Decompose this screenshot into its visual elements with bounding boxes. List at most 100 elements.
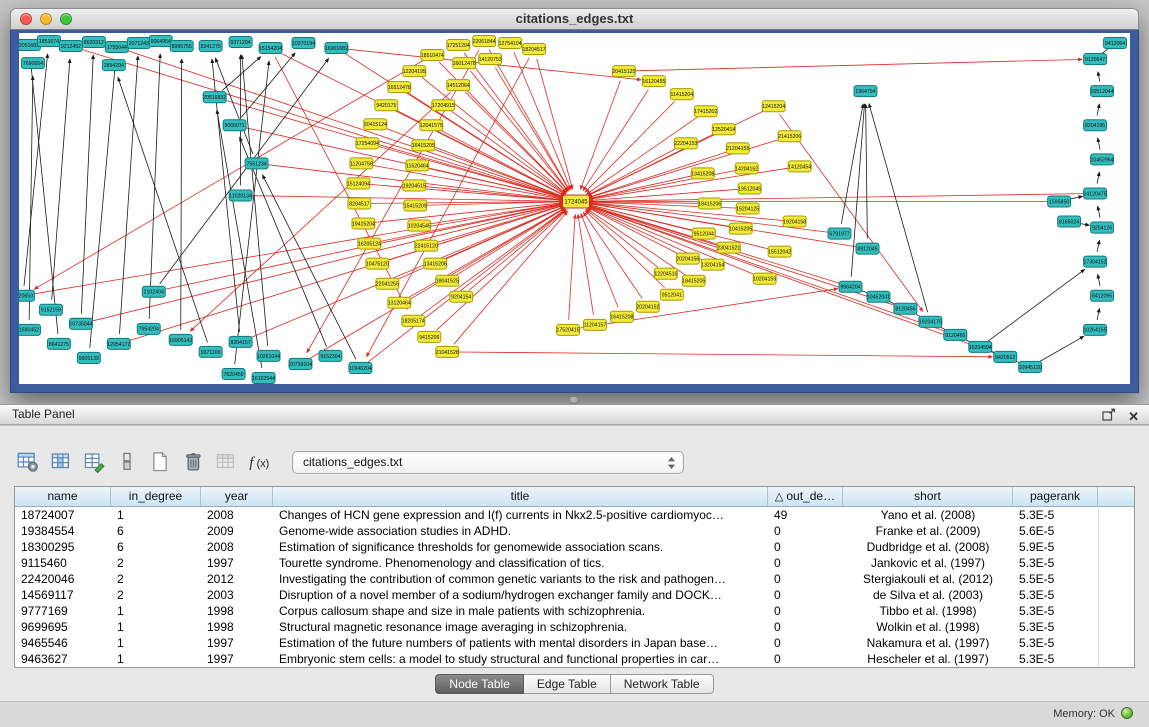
graph-node[interactable]: 9512044 <box>692 228 715 239</box>
graph-node[interactable]: 8620312 <box>82 37 105 48</box>
graph-node[interactable]: 17415202 <box>694 106 717 117</box>
minimize-window-button[interactable] <box>40 13 52 25</box>
graph-node[interactable]: 20204156 <box>676 253 699 264</box>
graph-node[interactable]: 20516832 <box>203 92 226 103</box>
graph-node[interactable]: 14120454 <box>788 161 811 172</box>
graph-edge[interactable] <box>1098 72 1100 82</box>
graph-node[interactable]: 19512045 <box>738 183 761 194</box>
graph-edge[interactable] <box>988 269 1084 341</box>
graph-edge[interactable] <box>24 54 48 286</box>
column-header-short[interactable]: short <box>843 487 1013 507</box>
graph-edge[interactable] <box>235 61 269 364</box>
graph-node[interactable]: 7690654 <box>21 58 44 69</box>
table-row[interactable]: 2242004622012Investigating the contribut… <box>15 571 1134 587</box>
graph-edge[interactable] <box>52 59 70 300</box>
column-header-in_degree[interactable]: in_degree <box>111 487 201 507</box>
window-titlebar[interactable]: citations_edges.txt <box>10 8 1139 30</box>
graph-node[interactable]: 16204594 <box>969 341 992 352</box>
graph-node[interactable]: 19204158 <box>783 216 806 227</box>
graph-node[interactable]: 1964794 <box>854 86 877 97</box>
graph-node[interactable]: 10261044 <box>257 350 280 361</box>
graph-node[interactable]: 10452041 <box>867 291 890 302</box>
graph-node[interactable]: 1595850 <box>1048 196 1071 207</box>
table-edit-icon[interactable] <box>80 448 108 476</box>
graph-node[interactable]: 16512044 <box>1091 86 1114 97</box>
graph-node[interactable]: 14512064 <box>447 80 470 91</box>
graph-edge[interactable] <box>444 207 564 260</box>
graph-edge[interactable] <box>440 130 564 196</box>
graph-node[interactable]: 17251204 <box>447 40 470 51</box>
graph-node[interactable]: 7551234 <box>245 158 268 169</box>
graph-node[interactable]: 19415204 <box>352 218 375 229</box>
graph-edge[interactable] <box>1097 172 1099 184</box>
graph-node[interactable]: 19204175 <box>919 316 942 327</box>
graph-edge[interactable] <box>222 57 261 91</box>
graph-node[interactable]: 12204516 <box>654 268 677 279</box>
graph-node[interactable]: 16102544 <box>252 372 275 383</box>
tab-network-table[interactable]: Network Table <box>611 674 714 694</box>
graph-node[interactable]: 14204152 <box>735 163 758 174</box>
graph-edge[interactable] <box>1039 336 1084 362</box>
graph-node[interactable]: 12204195 <box>403 66 426 77</box>
graph-node[interactable]: 2894204 <box>102 60 125 71</box>
graph-node[interactable]: 22061844 <box>473 36 496 47</box>
graph-node[interactable]: 10370194 <box>292 38 315 49</box>
table-row[interactable]: 1830029562008Estimation of significance … <box>15 539 1134 555</box>
graph-edge[interactable] <box>1098 274 1100 286</box>
graph-node[interactable]: 8204517 <box>348 198 371 209</box>
column-header-name[interactable]: name <box>15 487 111 507</box>
table-settings-icon[interactable] <box>14 448 42 476</box>
graph-node[interactable]: 7954204 <box>137 323 160 334</box>
graph-node[interactable]: 15512042 <box>768 246 791 257</box>
graph-edge[interactable] <box>33 204 563 294</box>
graph-node[interactable]: 2071243 <box>127 38 150 49</box>
graph-edge[interactable] <box>581 214 618 308</box>
graph-node[interactable]: 16901682 <box>325 43 348 54</box>
graph-node[interactable]: 17254094 <box>356 138 379 149</box>
graph-node[interactable]: 11940204 <box>349 362 372 373</box>
graph-edge[interactable] <box>262 175 355 359</box>
graph-node[interactable]: 2102404 <box>142 286 165 297</box>
graph-node[interactable]: 8165024 <box>1058 216 1081 227</box>
graph-node[interactable]: 18415206 <box>698 198 721 209</box>
graph-node[interactable]: 12754104 <box>499 38 522 49</box>
graph-edge[interactable] <box>181 59 182 330</box>
network-canvas[interactable]: 2051682185167492124528620312175504420712… <box>19 33 1130 384</box>
graph-edge[interactable] <box>1097 309 1099 321</box>
float-panel-icon[interactable] <box>1102 408 1116 426</box>
graph-node[interactable]: 8204195 <box>1084 120 1107 131</box>
graph-node[interactable]: 18415205 <box>682 275 705 286</box>
graph-node[interactable]: 16415205 <box>412 140 435 151</box>
graph-hub-node[interactable]: 1724045 <box>563 195 590 208</box>
graph-node[interactable]: 11415204 <box>670 89 693 100</box>
graph-edge[interactable] <box>1097 240 1099 252</box>
graph-node[interactable]: 10735044 <box>69 318 92 329</box>
graph-node[interactable]: 9152304 <box>319 350 342 361</box>
graph-edge[interactable] <box>589 176 693 199</box>
graph-edge[interactable] <box>457 352 992 357</box>
graph-node[interactable]: 8412095 <box>1091 290 1114 301</box>
graph-node[interactable]: 17520415 <box>556 324 579 335</box>
graph-node[interactable]: 15154204 <box>259 43 282 54</box>
column-header-pagerank[interactable]: pagerank <box>1013 487 1098 507</box>
graph-node[interactable]: 9420512 <box>994 351 1017 362</box>
graph-edge[interactable] <box>583 90 648 191</box>
delete-table-icon[interactable] <box>179 448 207 476</box>
graph-node[interactable]: 18205174 <box>402 315 425 326</box>
graph-node[interactable]: 16512478 <box>388 82 411 93</box>
graph-edge[interactable] <box>589 204 858 247</box>
graph-node[interactable]: 13120464 <box>388 297 411 308</box>
tab-node-table[interactable]: Node Table <box>435 674 524 694</box>
graph-edge[interactable] <box>537 59 573 189</box>
graph-edge[interactable] <box>495 68 569 191</box>
graph-node[interactable]: 10475120 <box>366 258 389 269</box>
table-row[interactable]: 977716911998Corpus callosum shape and si… <box>15 603 1134 619</box>
graph-edge[interactable] <box>160 58 329 283</box>
table-row[interactable]: 1872400712008Changes of HCN gene express… <box>15 507 1134 523</box>
graph-node[interactable]: 20739104 <box>289 358 312 369</box>
table-row[interactable]: 1938455462009Genome-wide association stu… <box>15 523 1134 539</box>
graph-node[interactable]: 16415208 <box>610 311 633 322</box>
graph-node[interactable]: 18041525 <box>436 275 459 286</box>
graph-edge[interactable] <box>90 60 116 348</box>
graph-edge[interactable] <box>1098 138 1100 150</box>
